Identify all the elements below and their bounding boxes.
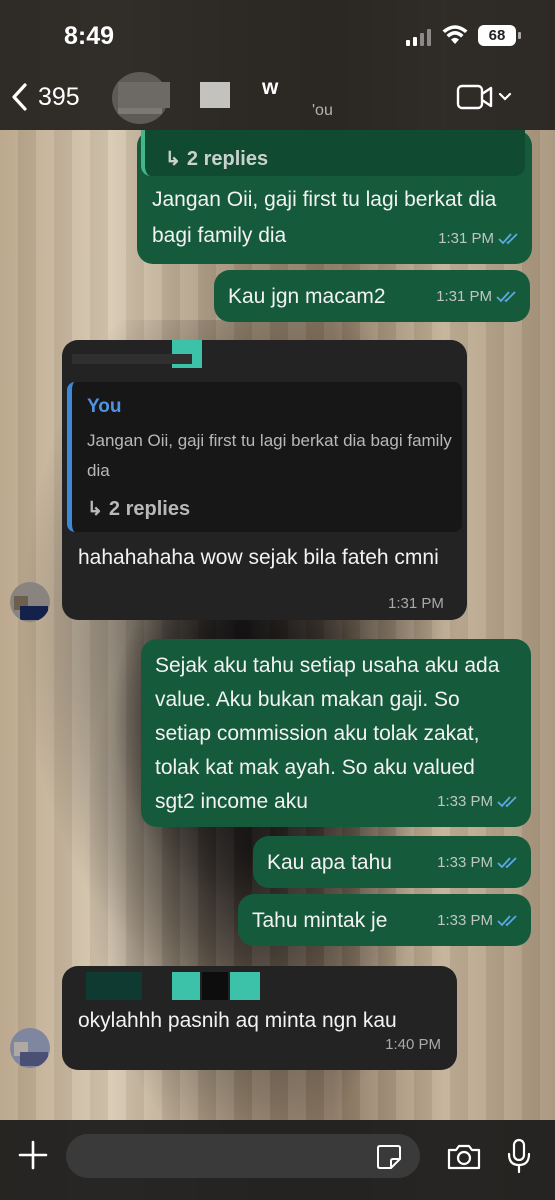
replies-link[interactable]: ↳ 2 replies (165, 142, 268, 177)
message-text: Kau jgn macam2 (228, 285, 386, 308)
quote-author: You (87, 396, 122, 417)
redacted-sender-name (202, 972, 228, 1000)
message-input[interactable] (66, 1134, 420, 1178)
redacted-sender-name (230, 972, 260, 1000)
double-check-icon (497, 795, 517, 807)
status-time: 8:49 (64, 22, 115, 50)
message-meta: 1:33 PM (437, 903, 519, 938)
replies-link[interactable]: ↳ 2 replies (87, 498, 190, 521)
contact-subtitle: 'ou (312, 102, 333, 119)
redacted-name-block (118, 82, 170, 108)
message-text: hahahahaha wow sejak bila fateh cmni (78, 546, 439, 569)
double-check-icon (497, 914, 517, 926)
message-meta: 1:33 PM (437, 845, 519, 880)
message-meta: 1:40 PM (385, 1036, 441, 1053)
chevron-left-icon (12, 83, 27, 111)
microphone-icon[interactable] (506, 1138, 532, 1174)
status-bar: 8:49 68 (0, 0, 555, 70)
battery-icon: 68 (478, 25, 521, 46)
message-bubble[interactable]: Tahu mintak je 1:33 PM (238, 894, 531, 946)
message-meta: 1:31 PM (438, 221, 520, 256)
redacted-sender-name (72, 354, 192, 364)
video-call-button[interactable] (456, 84, 512, 110)
quote-text: Jangan Oii, gaji first tu lagi berkat di… (87, 431, 452, 480)
message-bubble[interactable]: Kau apa tahu 1:33 PM (253, 836, 531, 888)
quoted-message[interactable]: You Jangan Oii, gaji first tu lagi berka… (67, 382, 462, 532)
chevron-down-icon (498, 92, 512, 101)
double-check-icon (496, 290, 516, 302)
message-meta: 1:31 PM (388, 595, 444, 612)
message-bubble[interactable]: Sejak aku tahu setiap usaha aku ada valu… (141, 639, 531, 827)
double-check-icon (498, 232, 518, 244)
reply-arrow-icon: ↳ (87, 499, 103, 520)
plus-icon[interactable] (16, 1138, 50, 1172)
sticker-icon[interactable] (376, 1144, 402, 1170)
contact-name[interactable]: w (262, 76, 278, 100)
message-text: Kau apa tahu (267, 851, 392, 874)
message-text: Tahu mintak je (252, 909, 388, 932)
reply-arrow-icon: ↳ (165, 149, 181, 170)
redacted-sender-name (86, 972, 142, 1000)
message-bubble[interactable]: ↳ 2 replies Jangan Oii, gaji first tu lag… (137, 130, 532, 264)
quoted-message[interactable]: ↳ 2 replies (141, 130, 525, 176)
message-text: okylahhh pasnih aq minta ngn kau (78, 1009, 397, 1032)
message-composer (0, 1120, 555, 1200)
video-camera-icon (456, 84, 493, 110)
sender-avatar[interactable] (10, 1028, 50, 1068)
unread-count: 395 (38, 82, 80, 111)
message-bubble[interactable]: Kau jgn macam2 1:31 PM (214, 270, 530, 322)
redacted-sender-name (172, 972, 200, 1000)
sender-avatar[interactable] (10, 582, 50, 622)
double-check-icon (497, 856, 517, 868)
back-button[interactable]: 395 (10, 82, 80, 112)
message-meta: 1:31 PM (436, 279, 518, 314)
signal-icon (406, 28, 431, 46)
chat-header: 395 w 'ou (0, 70, 555, 130)
camera-icon[interactable] (446, 1142, 482, 1172)
message-list[interactable]: ↳ 2 replies Jangan Oii, gaji first tu lag… (0, 130, 555, 1120)
message-bubble[interactable]: okylahhh pasnih aq minta ngn kau 1:40 PM (62, 966, 457, 1070)
message-meta: 1:33 PM (437, 784, 519, 819)
wifi-icon (442, 25, 468, 44)
